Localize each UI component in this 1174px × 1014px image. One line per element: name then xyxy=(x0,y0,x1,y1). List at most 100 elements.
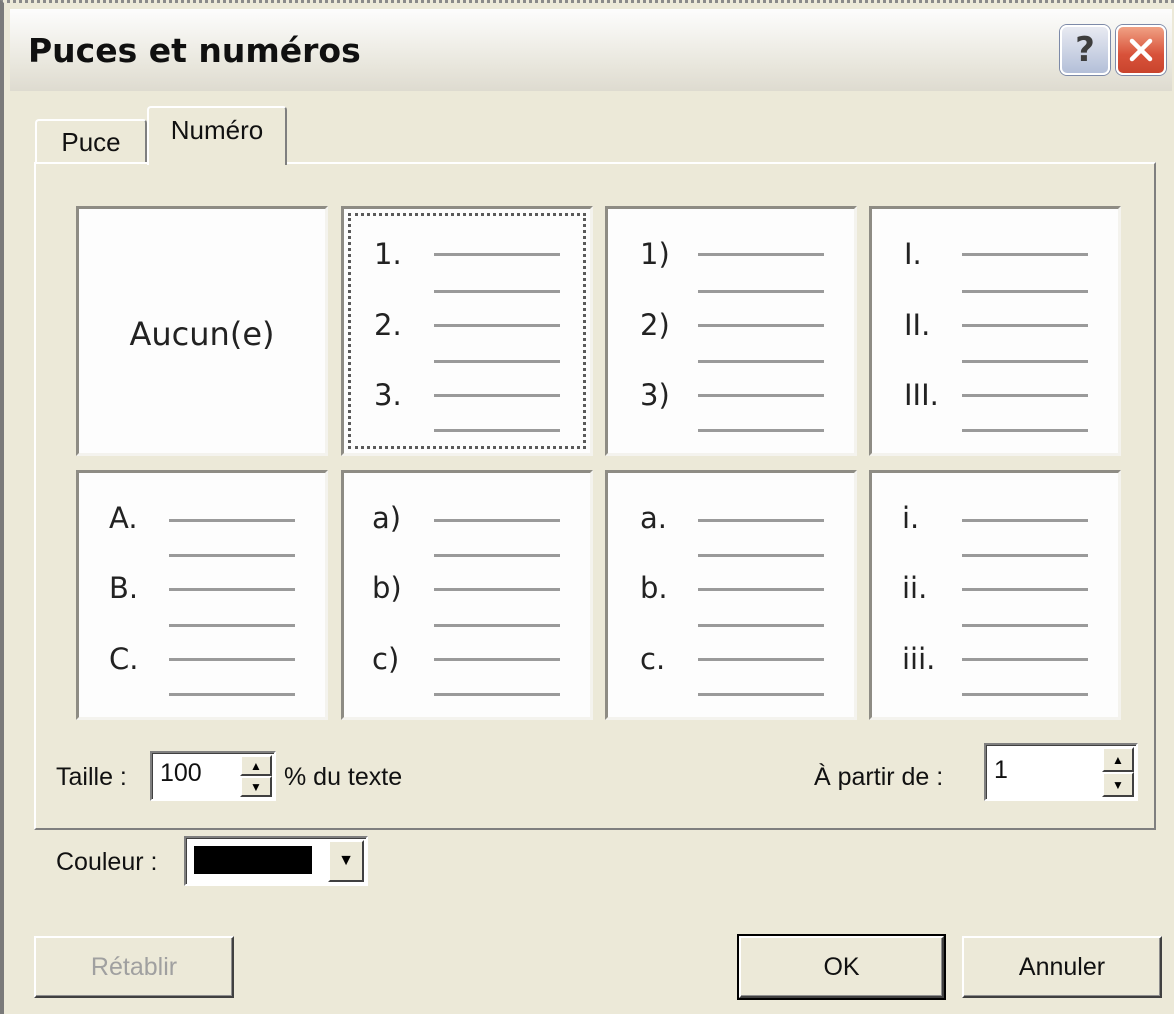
style-marker: 2) xyxy=(640,308,670,342)
numbering-style-upper-roman[interactable]: I. II. III. xyxy=(869,206,1121,456)
preview-line xyxy=(434,554,560,557)
arrow-down-icon: ▼ xyxy=(250,779,262,794)
tab-numbering[interactable]: Numéro xyxy=(147,106,287,165)
style-marker: III. xyxy=(904,378,939,412)
preview-line xyxy=(434,624,560,627)
style-marker: c. xyxy=(640,642,666,676)
close-icon xyxy=(1129,38,1153,62)
arrow-down-icon: ▼ xyxy=(1112,777,1124,792)
preview-line xyxy=(962,394,1088,397)
preview-line xyxy=(698,324,824,327)
ok-button-label: OK xyxy=(823,952,860,981)
size-spin-up[interactable]: ▲ xyxy=(240,755,272,776)
style-marker: b. xyxy=(640,571,668,605)
start-at-field[interactable]: 1 ▲ ▼ xyxy=(984,743,1138,801)
preview-line xyxy=(962,253,1088,256)
cancel-button-label: Annuler xyxy=(1018,952,1106,981)
arrow-up-icon: ▲ xyxy=(250,758,262,773)
preview-line xyxy=(169,658,295,661)
preview-line xyxy=(434,394,560,397)
style-marker: a. xyxy=(640,501,667,535)
preview-line xyxy=(698,588,824,591)
style-marker: b) xyxy=(372,571,402,605)
preview-line xyxy=(434,658,560,661)
preview-line xyxy=(962,429,1088,432)
preview-line xyxy=(698,658,824,661)
tab-bullet[interactable]: Puce xyxy=(35,119,147,164)
preview-line xyxy=(698,554,824,557)
style-marker: 3. xyxy=(374,378,402,412)
color-swatch xyxy=(194,846,312,874)
style-marker: B. xyxy=(109,571,139,605)
preview-line xyxy=(169,554,295,557)
preview-line xyxy=(434,429,560,432)
start-at-spin-down[interactable]: ▼ xyxy=(1102,772,1134,797)
preview-line xyxy=(698,429,824,432)
style-marker: C. xyxy=(109,642,139,676)
color-label: Couleur : xyxy=(56,848,158,876)
preview-line xyxy=(434,519,560,522)
arrow-up-icon: ▲ xyxy=(1112,752,1124,767)
style-marker: a) xyxy=(372,501,402,535)
style-marker: 2. xyxy=(374,308,402,342)
size-spinner[interactable]: ▲ ▼ xyxy=(240,755,272,797)
reset-button[interactable]: Rétablir xyxy=(34,936,234,998)
bullets-numbering-dialog: Puces et numéros ? Puce Numéro Aucun(e) … xyxy=(0,0,1174,1014)
start-at-spinner[interactable]: ▲ ▼ xyxy=(1102,747,1134,797)
preview-line xyxy=(962,554,1088,557)
preview-line xyxy=(962,658,1088,661)
start-at-value: 1 xyxy=(994,756,1008,784)
help-icon: ? xyxy=(1075,30,1095,70)
preview-line xyxy=(962,324,1088,327)
style-marker: 1) xyxy=(640,237,670,271)
start-at-label: À partir de : xyxy=(814,763,944,791)
tab-bullet-label: Puce xyxy=(61,127,121,157)
size-label: Taille : xyxy=(56,763,127,791)
size-value: 100 xyxy=(160,759,202,787)
preview-line xyxy=(698,624,824,627)
title-bar[interactable]: Puces et numéros ? xyxy=(10,9,1172,91)
ok-button[interactable]: OK xyxy=(737,934,946,1000)
style-marker: iii. xyxy=(902,642,936,676)
preview-line xyxy=(962,624,1088,627)
preview-line xyxy=(962,360,1088,363)
preview-line xyxy=(169,588,295,591)
style-marker: II. xyxy=(904,308,931,342)
preview-line xyxy=(434,253,560,256)
style-marker: 1. xyxy=(374,237,402,271)
numbering-style-lower-alpha-paren[interactable]: a) b) c) xyxy=(341,470,593,720)
preview-line xyxy=(169,693,295,696)
numbering-style-decimal-paren[interactable]: 1) 2) 3) xyxy=(605,206,857,456)
preview-line xyxy=(698,693,824,696)
color-picker[interactable]: ▼ xyxy=(184,836,368,886)
preview-line xyxy=(434,360,560,363)
numbering-style-none[interactable]: Aucun(e) xyxy=(76,206,328,456)
preview-line xyxy=(962,588,1088,591)
chevron-down-icon: ▼ xyxy=(338,852,354,869)
preview-line xyxy=(698,253,824,256)
preview-line xyxy=(698,394,824,397)
close-button[interactable] xyxy=(1116,25,1166,75)
size-field[interactable]: 100 ▲ ▼ xyxy=(150,751,276,801)
size-suffix-label: % du texte xyxy=(284,763,403,791)
preview-line xyxy=(169,624,295,627)
preview-line xyxy=(698,360,824,363)
numbering-style-decimal-dot[interactable]: 1. 2. 3. xyxy=(341,206,593,456)
numbering-style-lower-alpha-dot[interactable]: a. b. c. xyxy=(605,470,857,720)
preview-line xyxy=(962,519,1088,522)
preview-line xyxy=(698,290,824,293)
numbering-style-lower-roman[interactable]: i. ii. iii. xyxy=(869,470,1121,720)
preview-line xyxy=(169,519,295,522)
style-marker: c) xyxy=(372,642,400,676)
style-marker: A. xyxy=(109,501,138,535)
help-button[interactable]: ? xyxy=(1060,25,1110,75)
preview-line xyxy=(434,588,560,591)
style-marker: i. xyxy=(902,501,920,535)
cancel-button[interactable]: Annuler xyxy=(962,936,1162,998)
size-spin-down[interactable]: ▼ xyxy=(240,776,272,797)
reset-button-label: Rétablir xyxy=(90,952,178,981)
start-at-spin-up[interactable]: ▲ xyxy=(1102,747,1134,772)
color-dropdown-button[interactable]: ▼ xyxy=(328,840,364,882)
numbering-style-upper-alpha[interactable]: A. B. C. xyxy=(76,470,328,720)
preview-line xyxy=(434,290,560,293)
